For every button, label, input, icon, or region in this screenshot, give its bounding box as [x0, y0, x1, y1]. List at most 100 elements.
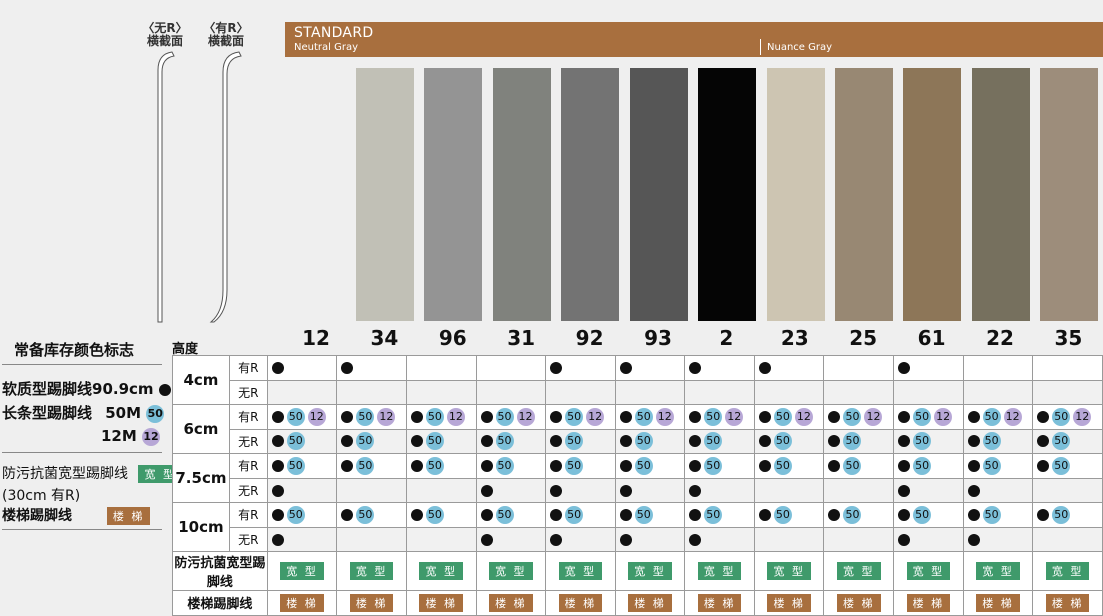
dot-icon — [480, 410, 493, 423]
dot-icon — [689, 362, 702, 375]
stock-cell — [614, 477, 686, 503]
stock-cell — [336, 477, 407, 503]
badge-50-icon: 50 — [982, 456, 1001, 475]
badge-50-icon: 50 — [356, 432, 375, 451]
stock-cell — [823, 355, 895, 381]
stairs-tag: 楼 梯 — [837, 593, 881, 612]
stock-cell — [893, 379, 964, 405]
badge-50-icon: 50 — [982, 432, 1001, 451]
stock-cell: 50 — [893, 453, 964, 479]
dot-icon — [898, 362, 911, 375]
no-r-label: 无R — [228, 428, 268, 454]
color-code-label: 34 — [370, 326, 399, 350]
dot-icon — [271, 508, 284, 521]
stairs-tag: 楼 梯 — [419, 593, 463, 612]
dot-icon — [898, 484, 911, 497]
badge-50-icon: 50 — [913, 505, 932, 524]
badge-50-icon: 50 — [704, 505, 723, 524]
dot-icon — [1037, 459, 1050, 472]
cross-section-with-r-drawing — [209, 51, 242, 323]
legend-anti-sub: (30cm 有R) — [2, 488, 81, 504]
stock-cell: 50 — [753, 428, 825, 454]
badge-12-icon: 12 — [142, 427, 161, 446]
legend-stairs: 楼梯踢脚线 楼 梯 — [2, 505, 151, 525]
tag-cell: 宽 型 — [753, 551, 825, 591]
stock-cell: 50 12 — [823, 404, 895, 430]
dot-icon — [480, 533, 493, 546]
wide-tag: 宽 型 — [906, 562, 951, 580]
dot-icon — [967, 533, 980, 546]
badge-12-icon: 12 — [794, 407, 813, 426]
table-row: 无R 50 50 50 50 50 50 50 50 50 50 50 50 — [172, 428, 1103, 454]
dot-icon — [480, 484, 493, 497]
stock-cell: 50 — [266, 502, 338, 528]
dot-icon — [619, 484, 632, 497]
badge-50-icon: 50 — [634, 432, 653, 451]
tag-cell: 楼 梯 — [962, 590, 1034, 616]
dot-icon — [967, 508, 980, 521]
stock-cell — [405, 379, 477, 405]
swatch-61 — [903, 68, 961, 321]
badge-50-icon: 50 — [1052, 456, 1071, 475]
dot-icon — [758, 459, 771, 472]
color-code-label: 92 — [575, 326, 604, 350]
dot-icon — [828, 435, 841, 448]
tag-cell: 楼 梯 — [1032, 590, 1103, 616]
dot-icon — [341, 410, 354, 423]
badge-50-icon: 50 — [634, 456, 653, 475]
badge-12-icon: 12 — [864, 407, 883, 426]
tag-cell: 宽 型 — [545, 551, 616, 591]
dot-icon — [898, 533, 911, 546]
swatch-96 — [424, 68, 482, 321]
badge-50-icon: 50 — [843, 505, 862, 524]
stock-cell: 50 — [962, 453, 1034, 479]
dot-icon — [619, 459, 632, 472]
stock-cell — [336, 526, 407, 552]
stock-cell — [893, 477, 964, 503]
stock-cell: 50 — [336, 502, 407, 528]
tag-cell: 宽 型 — [962, 551, 1034, 591]
color-code-label: 61 — [917, 326, 946, 350]
stock-cell — [405, 526, 477, 552]
stock-cell — [475, 477, 547, 503]
dot-icon — [1037, 410, 1050, 423]
stock-cell: 50 12 — [962, 404, 1034, 430]
nuance-gray-label: Nuance Gray — [767, 42, 833, 53]
stock-cell: 50 — [336, 453, 407, 479]
stock-cell: 50 12 — [753, 404, 825, 430]
stock-cell — [1032, 526, 1103, 552]
badge-50-icon: 50 — [286, 407, 305, 426]
height-label: 6cm — [172, 404, 230, 454]
stock-cell — [962, 379, 1034, 405]
tag-cell: 楼 梯 — [753, 590, 825, 616]
stock-cell — [1032, 355, 1103, 381]
dot-icon — [410, 508, 423, 521]
stairs-tag: 楼 梯 — [349, 593, 394, 612]
color-code-label: 23 — [780, 326, 809, 350]
stock-cell — [336, 355, 407, 381]
legend-12m-label: 12M — [101, 427, 137, 445]
wide-tag: 宽 型 — [489, 562, 533, 580]
badge-50-icon: 50 — [425, 432, 444, 451]
banner-divider — [760, 39, 761, 55]
stock-cell — [405, 355, 477, 381]
dot-icon — [619, 410, 632, 423]
color-code-label: 2 — [719, 326, 734, 350]
stock-cell — [545, 355, 616, 381]
dot-icon — [898, 459, 911, 472]
tag-cell: 楼 梯 — [266, 590, 338, 616]
height-label: 4cm — [172, 355, 230, 405]
legend-long: 长条型踢脚线 50M 50 — [2, 402, 165, 423]
profile-label-with-r: 〈有R〉 横截面 — [201, 22, 251, 48]
dot-icon — [341, 435, 354, 448]
stock-cell: 50 — [823, 428, 895, 454]
legend-12m: 12M 12 — [101, 427, 161, 446]
stock-cell: 50 12 — [475, 404, 547, 430]
dot-icon — [550, 533, 563, 546]
table-row: 6cm 有R 50 12 50 12 50 12 50 12 50 12 50 12 50 12 50 12 50 1… — [172, 404, 1103, 454]
stock-cell: 50 — [545, 428, 616, 454]
dot-icon — [1037, 508, 1050, 521]
badge-50-icon: 50 — [843, 407, 862, 426]
wide-tag: 宽 型 — [419, 562, 463, 580]
legend-soft-label: 软质型踢脚线90.9cm — [2, 380, 154, 398]
